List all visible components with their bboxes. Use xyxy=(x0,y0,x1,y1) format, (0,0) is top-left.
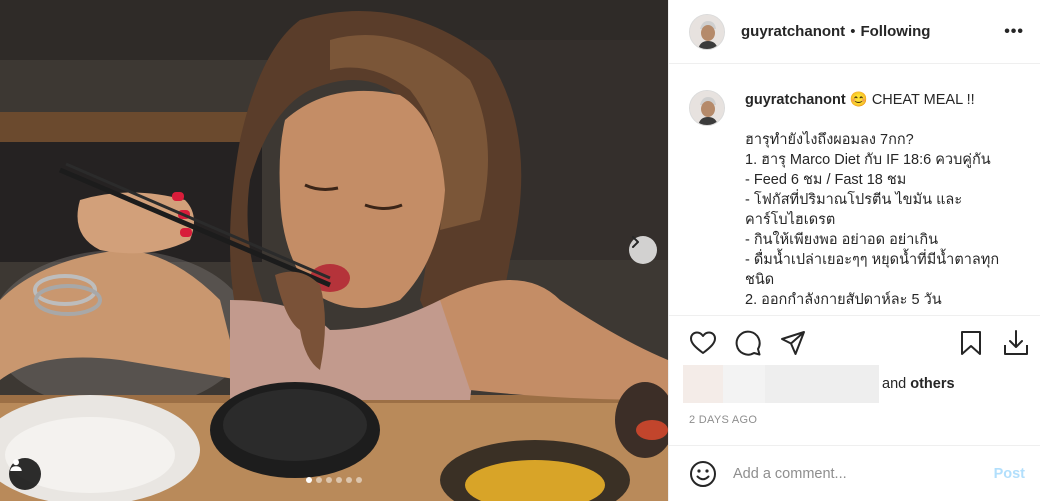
comment-icon[interactable] xyxy=(734,329,762,357)
author-avatar[interactable] xyxy=(689,13,725,50)
post-timestamp[interactable]: 2 DAYS AGO xyxy=(689,414,757,426)
action-bar xyxy=(689,329,1033,359)
carousel-indicator xyxy=(0,477,668,483)
carousel-dot xyxy=(306,477,312,483)
caption-line: - โฟกัสที่ปริมาณโปรตีน ไขมัน และ xyxy=(745,192,963,208)
liker-name-blurred xyxy=(765,365,879,403)
emoji-icon[interactable] xyxy=(689,460,717,488)
caption-author-avatar[interactable] xyxy=(689,90,725,126)
caption-line: - ดื่มน้ำเปล่าเยอะๆๆ หยุดน้ำที่มีน้ำตาลท… xyxy=(745,252,1000,268)
caption-line: ชนิด xyxy=(745,272,775,288)
carousel-dot xyxy=(346,477,352,483)
more-icon: ••• xyxy=(1004,22,1024,40)
liker-avatar-blurred xyxy=(683,365,723,403)
liker-avatar-blurred xyxy=(723,365,765,403)
carousel-dot xyxy=(326,477,332,483)
caption-section: guyratchanont 😊 CHEAT MEAL !! ฮารุทำยังไ… xyxy=(669,64,1040,315)
caption-line: คาร์โบไฮเดรต xyxy=(745,212,836,228)
photo-illustration xyxy=(0,0,668,501)
bookmark-icon[interactable] xyxy=(957,329,985,357)
author-username[interactable]: guyratchanont xyxy=(741,23,845,40)
likes-summary[interactable]: and others xyxy=(683,365,955,403)
avatar-image xyxy=(690,91,724,125)
following-button[interactable]: Following xyxy=(860,23,930,40)
comment-composer: Post xyxy=(669,445,1040,501)
likes-others-link[interactable]: others xyxy=(910,376,954,392)
share-icon[interactable] xyxy=(779,329,807,357)
download-icon[interactable] xyxy=(1002,329,1030,357)
comment-input[interactable] xyxy=(733,465,986,482)
chevron-right-icon xyxy=(632,236,639,248)
caption-line: - กินให้เพียงพอ อย่าอด อย่าเกิน xyxy=(745,232,939,248)
tagged-users-button[interactable] xyxy=(9,458,41,490)
more-options-button[interactable]: ••• xyxy=(1004,23,1024,41)
post-header: guyratchanont • Following ••• xyxy=(669,0,1040,64)
likes-and-others: and others xyxy=(882,376,955,392)
carousel-next-button[interactable] xyxy=(629,236,657,264)
caption-headline: 😊 CHEAT MEAL !! xyxy=(849,92,975,108)
avatar-image xyxy=(690,14,724,49)
caption-line: ฮารุทำยังไงถึงผอมลง 7กก? xyxy=(745,132,914,148)
carousel-dot xyxy=(336,477,342,483)
carousel-dot xyxy=(356,477,362,483)
post-photo[interactable] xyxy=(0,0,668,501)
caption-line: 2. ออกกำลังกายสัปดาห์ละ 5 วัน xyxy=(745,292,942,308)
caption-line: 1. ฮารุ Marco Diet กับ IF 18:6 ควบคู่กัน xyxy=(745,152,991,168)
post-comment-button[interactable]: Post xyxy=(994,466,1025,482)
post-sidebar: guyratchanont • Following ••• guyratchan… xyxy=(668,0,1040,501)
likes-and: and xyxy=(882,376,907,392)
caption-line: - Feed 6 ชม / Fast 18 ชม xyxy=(745,172,907,188)
carousel-dot xyxy=(316,477,322,483)
caption-username[interactable]: guyratchanont xyxy=(745,92,846,108)
user-tag-icon xyxy=(10,459,22,471)
actions-divider xyxy=(669,315,1040,316)
heart-icon[interactable] xyxy=(689,329,717,357)
caption-first-line: guyratchanont 😊 CHEAT MEAL !! xyxy=(745,90,1021,110)
header-separator: • xyxy=(850,23,856,40)
caption-text: guyratchanont 😊 CHEAT MEAL !! ฮารุทำยังไ… xyxy=(745,90,1021,315)
